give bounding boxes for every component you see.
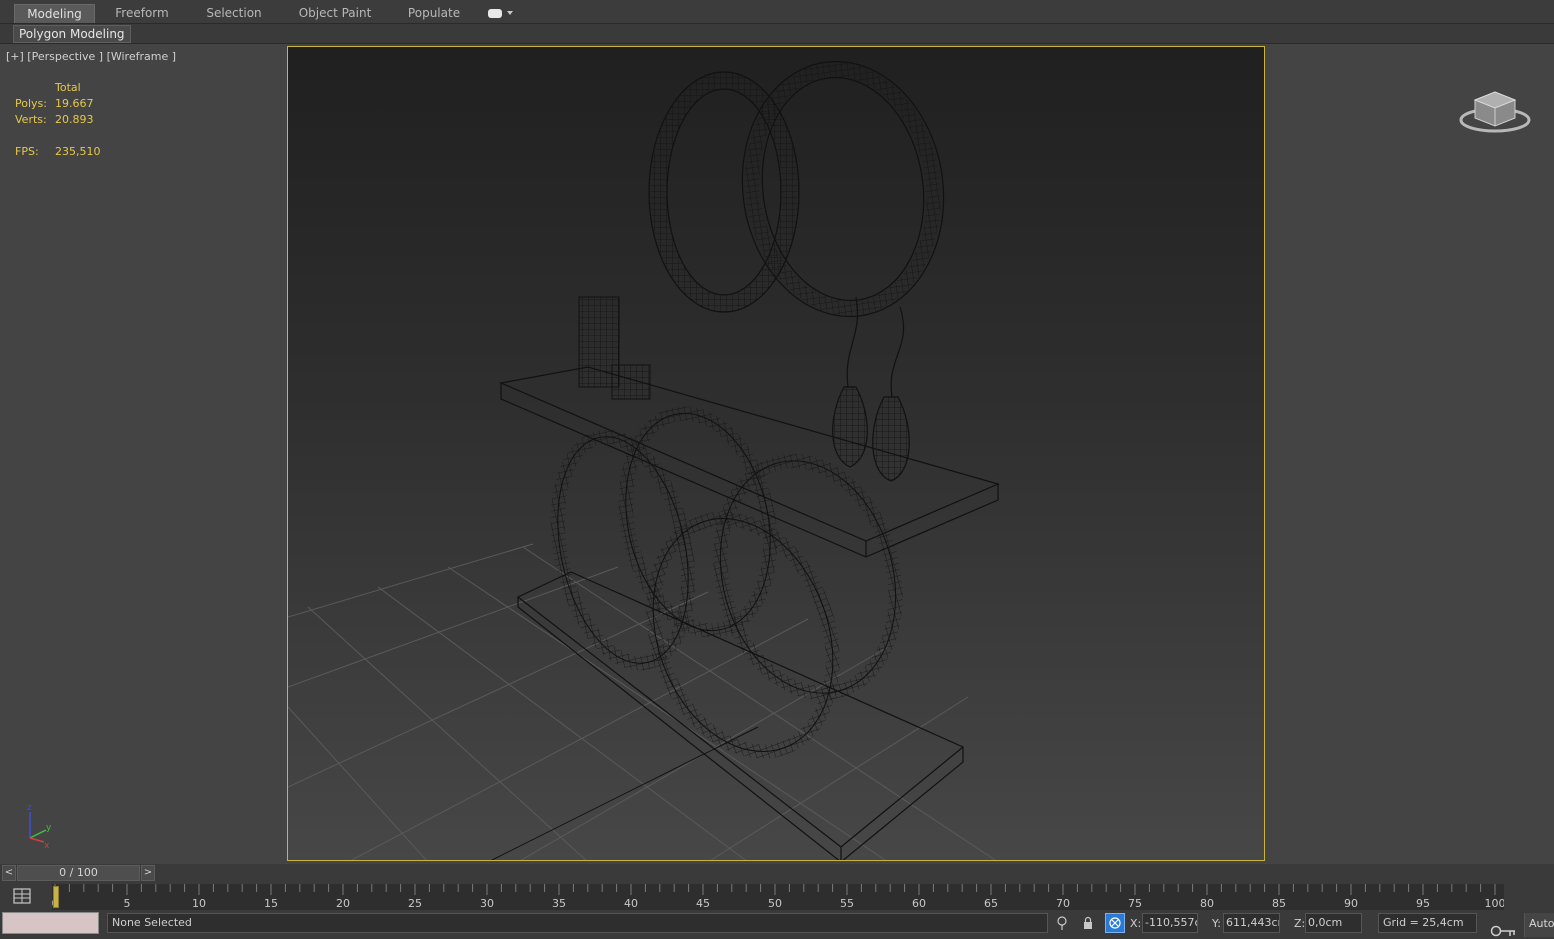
tab-freeform[interactable]: Freeform (110, 4, 174, 23)
tab-modeling[interactable]: Modeling (14, 4, 95, 23)
grid-axis-line (490, 726, 759, 860)
track-tick-label: 60 (912, 897, 926, 910)
axis-x-label: x (44, 841, 50, 850)
fps-value: 235,510 (55, 145, 101, 158)
tab-populate[interactable]: Populate (403, 4, 465, 23)
selection-lock-icon[interactable] (1082, 916, 1094, 930)
track-tick-label: 15 (264, 897, 278, 910)
verts-value: 20.893 (55, 113, 94, 126)
x-coord-label: X: (1130, 917, 1142, 930)
vases (832, 296, 910, 482)
z-coord-label: Z: (1294, 917, 1306, 930)
y-coord-field[interactable]: 611,443cm (1223, 913, 1280, 933)
maxscript-listener[interactable] (2, 912, 99, 934)
axis-tripod-icon: z y x (27, 803, 52, 850)
set-key-icon[interactable] (1490, 924, 1516, 938)
track-tick-label: 20 (336, 897, 350, 910)
polys-value: 19.667 (55, 97, 94, 110)
selection-status: None Selected (107, 913, 1048, 933)
time-slider-display[interactable]: 0 / 100 (17, 865, 140, 881)
isolate-selection-icon[interactable] (1056, 916, 1068, 930)
ribbon-options-icon[interactable] (488, 8, 514, 20)
track-tick-label: 55 (840, 897, 854, 910)
track-tick-label: 65 (984, 897, 998, 910)
wireframe-scene (288, 60, 1000, 860)
track-tick-label: 85 (1272, 897, 1286, 910)
track-tick-label: 45 (696, 897, 710, 910)
track-tick-label: 90 (1344, 897, 1358, 910)
ribbon-bar: Modeling Freeform Selection Object Paint… (0, 0, 1554, 24)
perspective-viewport[interactable] (287, 46, 1265, 861)
track-tick-label: 50 (768, 897, 782, 910)
track-tick-label: 40 (624, 897, 638, 910)
track-ticks: 0510152025303540455055606570758085909510… (52, 884, 1504, 910)
track-tick-label: 10 (192, 897, 206, 910)
axis-y-label: y (46, 823, 52, 833)
tab-selection[interactable]: Selection (202, 4, 266, 23)
polygon-modeling-button[interactable]: Polygon Modeling (13, 25, 131, 43)
y-coord-label: Y: (1212, 917, 1221, 930)
track-tick-label: 35 (552, 897, 566, 910)
grid-spacing-display: Grid = 25,4cm (1378, 913, 1477, 933)
fps-label: FPS: (15, 145, 39, 158)
viewport-label-menu[interactable]: [+] [Perspective ] [Wireframe ] (6, 50, 176, 63)
console-ring-legs (550, 406, 903, 759)
verts-label: Verts: (15, 113, 47, 126)
absolute-mode-transform-toggle[interactable] (1105, 913, 1125, 933)
track-tick-label: 5 (124, 897, 131, 910)
x-coord-field[interactable]: -110,557cm (1142, 913, 1198, 933)
current-frame-handle[interactable] (53, 886, 59, 908)
time-slider-bar: < 0 / 100 > (0, 864, 1554, 882)
track-tick-label: 100 (1485, 897, 1505, 910)
track-tick-label: 75 (1128, 897, 1142, 910)
track-bar[interactable]: 0510152025303540455055606570758085909510… (52, 884, 1504, 910)
left-viewport[interactable]: [+] [Perspective ] [Wireframe ] Total Po… (2, 45, 284, 861)
right-viewport[interactable] (1267, 45, 1552, 861)
track-tick-label: 25 (408, 897, 422, 910)
tab-object-paint[interactable]: Object Paint (294, 4, 376, 23)
stats-total-header: Total (55, 81, 81, 94)
time-prev-button[interactable]: < (2, 865, 16, 881)
status-bar: None Selected X: -110,557cm Y: 611,443cm… (0, 910, 1554, 939)
track-tick-label: 95 (1416, 897, 1430, 910)
viewcube-icon[interactable] (1457, 80, 1533, 135)
track-bar-row: 0510152025303540455055606570758085909510… (0, 882, 1554, 910)
z-coord-field[interactable]: 0,0cm (1305, 913, 1362, 933)
auto-key-button[interactable]: Auto (1524, 913, 1554, 937)
track-tick-label: 70 (1056, 897, 1070, 910)
decor-objects (578, 296, 651, 400)
polys-label: Polys: (15, 97, 47, 110)
curve-editor-icon[interactable] (12, 886, 32, 906)
axis-z-label: z (27, 803, 32, 813)
track-tick-label: 80 (1200, 897, 1214, 910)
ribbon-panel-bar: Polygon Modeling (0, 24, 1554, 44)
time-next-button[interactable]: > (141, 865, 155, 881)
mirror-rings (648, 60, 945, 318)
transform-mode-icon (1109, 917, 1121, 929)
track-tick-label: 30 (480, 897, 494, 910)
